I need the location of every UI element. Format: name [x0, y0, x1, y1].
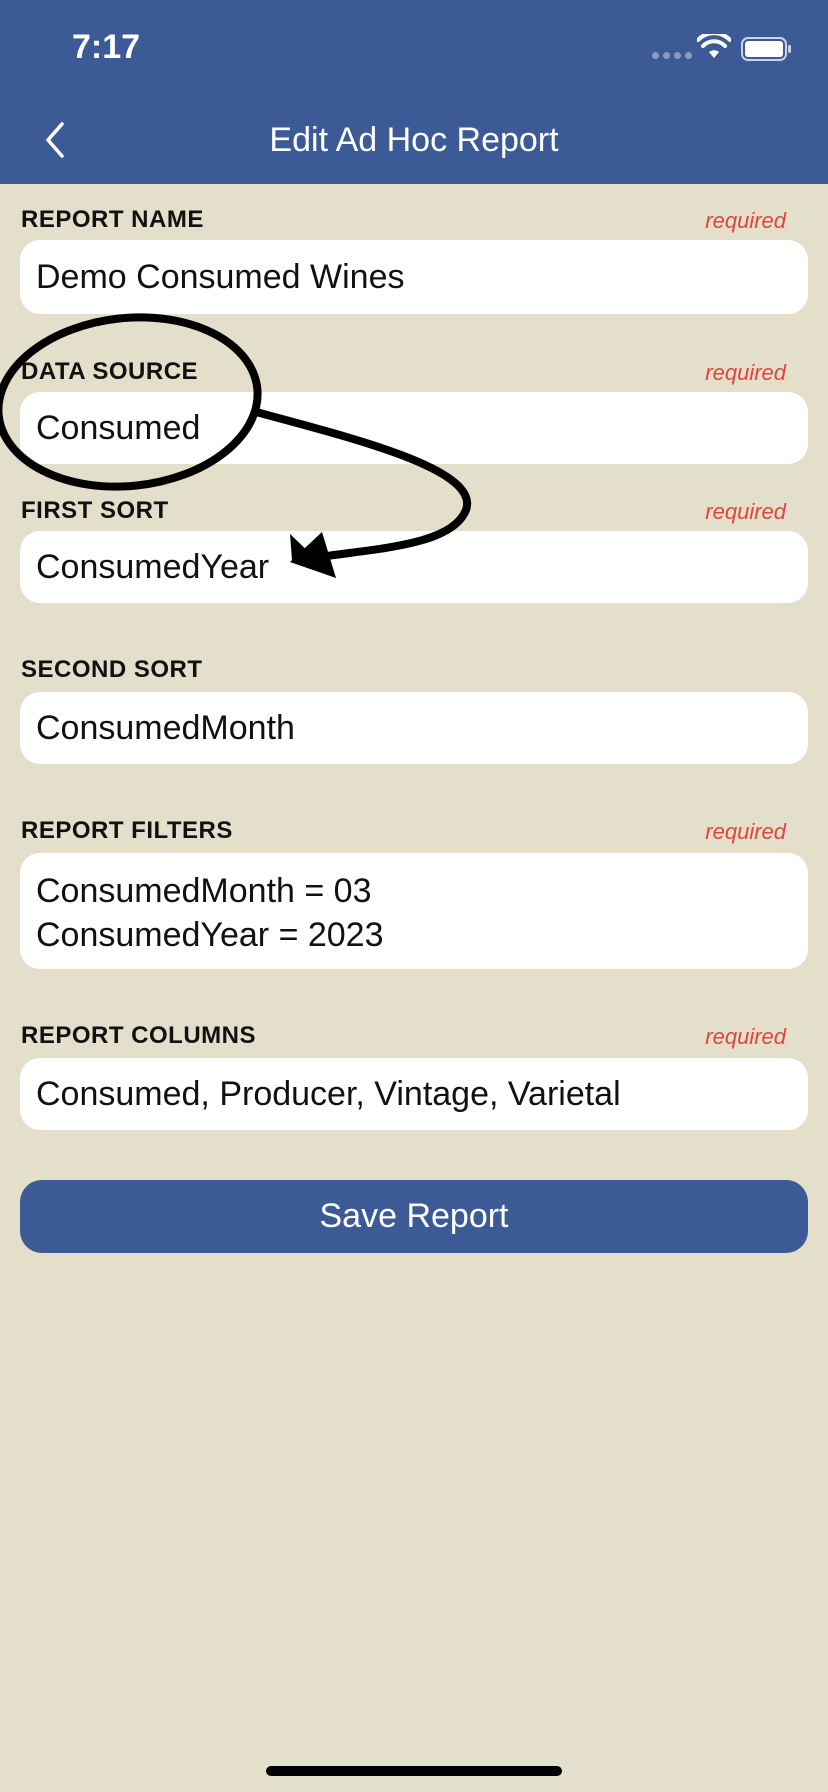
report-filters-field[interactable]: ConsumedMonth = 03 ConsumedYear = 2023 — [20, 853, 808, 969]
battery-icon — [741, 37, 791, 61]
report-filters-label: REPORT FILTERS — [21, 817, 233, 844]
first-sort-label: FIRST SORT — [21, 497, 169, 524]
wifi-icon — [697, 34, 731, 58]
report-filter-line: ConsumedMonth = 03 — [36, 872, 372, 910]
status-time: 7:17 — [72, 28, 141, 66]
report-filters-required: required — [705, 819, 786, 844]
navigation-bar: 7:17 Edit Ad Hoc Report — [0, 0, 828, 184]
data-source-required: required — [705, 360, 786, 385]
home-indicator — [266, 1766, 562, 1776]
second-sort-field[interactable]: ConsumedMonth — [20, 692, 808, 764]
report-columns-required: required — [705, 1024, 786, 1049]
report-name-field[interactable]: Demo Consumed Wines — [20, 240, 808, 314]
second-sort-label: SECOND SORT — [21, 656, 203, 683]
first-sort-required: required — [705, 499, 786, 524]
report-columns-field[interactable]: Consumed, Producer, Vintage, Varietal — [20, 1058, 808, 1130]
report-name-label: REPORT NAME — [21, 206, 204, 233]
report-columns-label: REPORT COLUMNS — [21, 1022, 256, 1049]
page-title: Edit Ad Hoc Report — [269, 121, 559, 159]
report-name-required: required — [705, 208, 786, 233]
report-filter-line: ConsumedYear = 2023 — [36, 916, 384, 954]
data-source-label: DATA SOURCE — [21, 358, 199, 385]
data-source-field[interactable]: Consumed — [20, 392, 808, 464]
cellular-signal-icon — [652, 52, 692, 59]
first-sort-field[interactable]: ConsumedYear — [20, 531, 808, 603]
save-report-button[interactable]: Save Report — [20, 1180, 808, 1253]
